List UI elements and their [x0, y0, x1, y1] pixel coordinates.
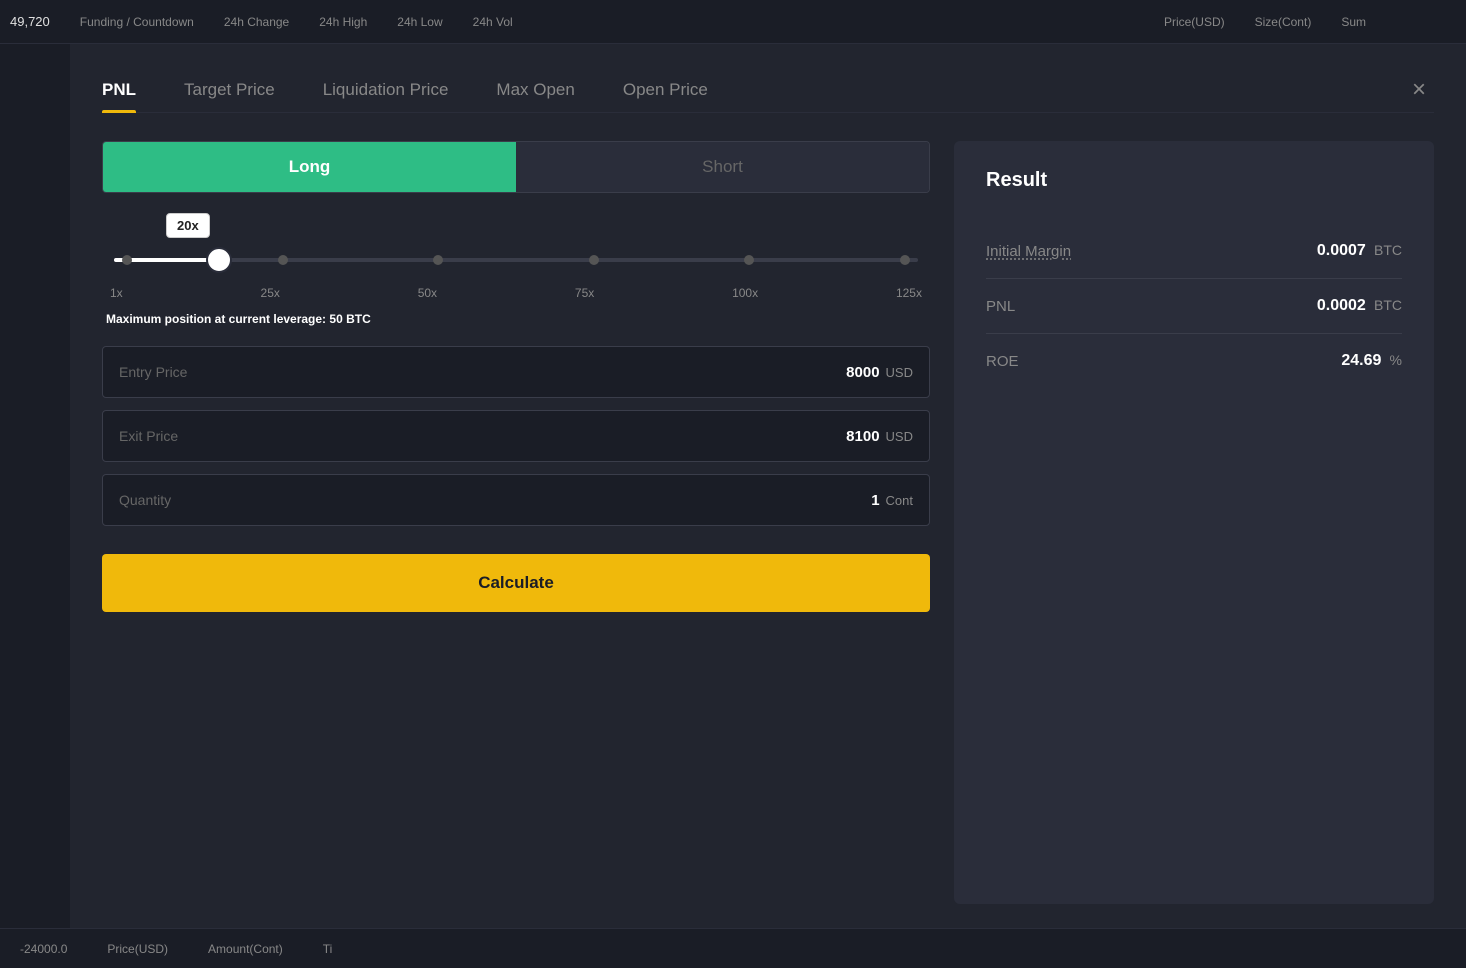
leverage-badge-row: 20x — [106, 213, 926, 238]
exit-price-value: 8100 — [846, 428, 879, 445]
slider-dot-50 — [433, 255, 443, 265]
tab-open-price[interactable]: Open Price — [599, 68, 732, 112]
tab-target-price[interactable]: Target Price — [160, 68, 299, 112]
label-100x: 100x — [732, 286, 758, 300]
calculator-modal: PNL Target Price Liquidation Price Max O… — [70, 44, 1466, 928]
label-1x: 1x — [110, 286, 123, 300]
slider-container — [106, 246, 926, 274]
initial-margin-label: Initial Margin — [986, 243, 1071, 260]
bottom-bar: -24000.0 Price(USD) Amount(Cont) Ti — [0, 928, 1466, 968]
entry-price-label: Entry Price — [119, 364, 846, 380]
slider-dot-125 — [900, 255, 910, 265]
24h-high-label: 24h High — [319, 15, 367, 29]
calculate-button[interactable]: Calculate — [102, 554, 930, 612]
pnl-value: 0.0002 BTC — [1317, 297, 1402, 315]
close-button[interactable]: × — [1404, 70, 1434, 110]
quantity-unit: Cont — [886, 493, 913, 508]
entry-price-value: 8000 — [846, 364, 879, 381]
tab-bar: PNL Target Price Liquidation Price Max O… — [102, 68, 1434, 113]
bottom-price-usd: Price(USD) — [107, 942, 168, 956]
exit-price-field[interactable]: Exit Price 8100 USD — [102, 410, 930, 462]
input-group: Entry Price 8000 USD Exit Price 8100 USD… — [102, 346, 930, 526]
slider-dot-100 — [744, 255, 754, 265]
result-row-initial-margin: Initial Margin 0.0007 BTC — [986, 224, 1402, 279]
left-panel: Long Short 20x — [102, 141, 930, 904]
slider-dot-75 — [589, 255, 599, 265]
slider-dot-1 — [122, 255, 132, 265]
quantity-field[interactable]: Quantity 1 Cont — [102, 474, 930, 526]
entry-price-unit: USD — [886, 365, 913, 380]
label-75x: 75x — [575, 286, 594, 300]
entry-price-field[interactable]: Entry Price 8000 USD — [102, 346, 930, 398]
bottom-value: -24000.0 — [20, 942, 67, 956]
max-position-text: Maximum position at current leverage: 50… — [106, 312, 926, 326]
max-position-unit: BTC — [346, 312, 371, 326]
roe-label: ROE — [986, 353, 1019, 370]
slider-labels: 1x 25x 50x 75x 100x 125x — [106, 286, 926, 300]
index-price: 49,720 — [10, 14, 50, 29]
initial-margin-value: 0.0007 BTC — [1317, 242, 1402, 260]
exit-price-label: Exit Price — [119, 428, 846, 444]
slider-dots — [114, 255, 918, 265]
label-25x: 25x — [261, 286, 280, 300]
pnl-label: PNL — [986, 298, 1015, 315]
roe-value: 24.69 % — [1341, 352, 1402, 370]
quantity-value: 1 — [871, 492, 879, 509]
tab-pnl[interactable]: PNL — [102, 68, 160, 112]
bottom-amount-cont: Amount(Cont) — [208, 942, 283, 956]
result-row-roe: ROE 24.69 % — [986, 334, 1402, 388]
top-bar: 49,720 Funding / Countdown 24h Change 24… — [0, 0, 1466, 44]
24h-vol-label: 24h Vol — [473, 15, 513, 29]
content-row: Long Short 20x — [102, 141, 1434, 904]
bottom-ti: Ti — [323, 942, 333, 956]
label-125x: 125x — [896, 286, 922, 300]
slider-track — [114, 258, 918, 262]
24h-change-label: 24h Change — [224, 15, 289, 29]
label-50x: 50x — [418, 286, 437, 300]
leverage-badge: 20x — [166, 213, 210, 238]
24h-low-label: 24h Low — [397, 15, 442, 29]
price-usd-col: Price(USD) — [1164, 15, 1225, 29]
tab-max-open[interactable]: Max Open — [472, 68, 598, 112]
max-position-value: 50 — [329, 312, 342, 326]
slider-dot-25 — [278, 255, 288, 265]
max-position-prefix: Maximum position at current leverage: — [106, 312, 326, 326]
long-button[interactable]: Long — [103, 142, 516, 192]
leverage-area: 20x — [102, 213, 930, 326]
long-short-toggle: Long Short — [102, 141, 930, 193]
exit-price-unit: USD — [886, 429, 913, 444]
tab-liquidation-price[interactable]: Liquidation Price — [299, 68, 473, 112]
top-bar-right: Price(USD) Size(Cont) Sum — [1164, 15, 1366, 29]
result-title: Result — [986, 169, 1402, 192]
result-row-pnl: PNL 0.0002 BTC — [986, 279, 1402, 334]
funding-countdown-label: Funding / Countdown — [80, 15, 194, 29]
short-button[interactable]: Short — [516, 142, 929, 192]
sum-col: Sum — [1341, 15, 1366, 29]
quantity-label: Quantity — [119, 492, 871, 508]
size-cont-col: Size(Cont) — [1255, 15, 1312, 29]
slider-thumb[interactable] — [208, 249, 230, 271]
right-panel: Result Initial Margin 0.0007 BTC PNL 0.0… — [954, 141, 1434, 904]
